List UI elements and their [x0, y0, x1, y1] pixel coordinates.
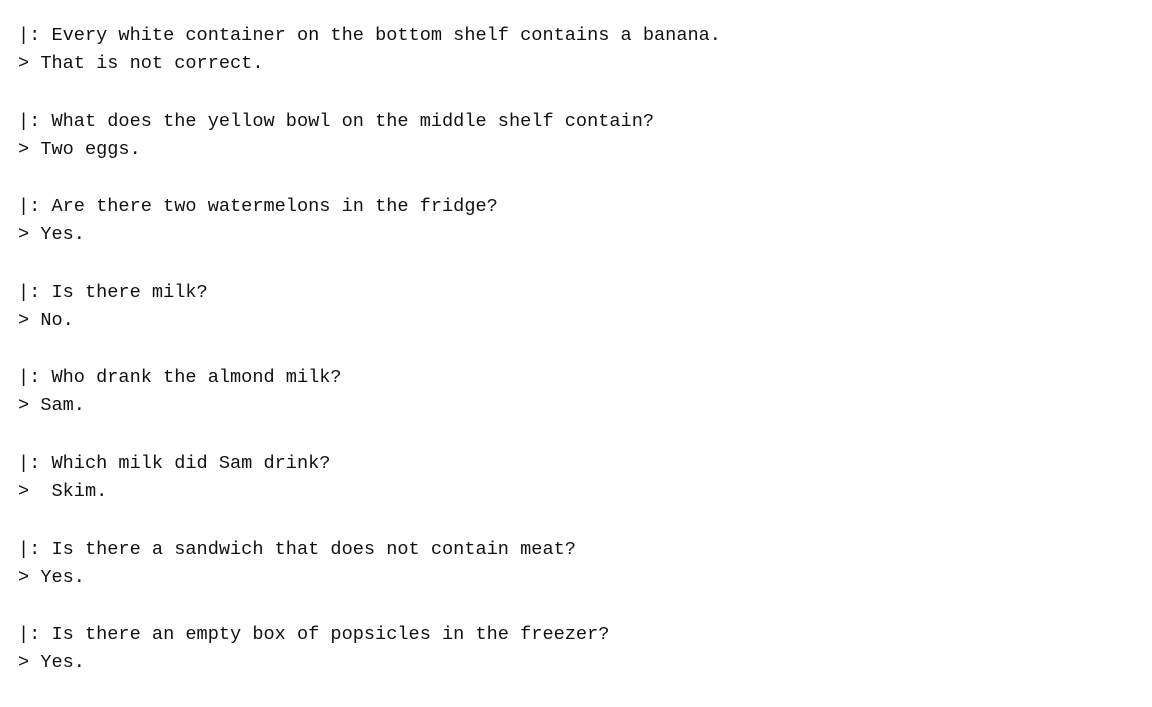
answer-line: > That is not correct. — [18, 50, 721, 78]
answer-line: > Yes. — [18, 564, 721, 592]
dialogue-turn: |: Is there milk? > No. — [18, 279, 721, 365]
question-line: |: Is there an empty box of popsicles in… — [18, 621, 721, 649]
answer-line: > Skim. — [18, 478, 721, 506]
answer-prefix: > — [18, 224, 41, 246]
question-text: Which milk did Sam drink? — [51, 452, 331, 474]
answer-line: > Yes. — [18, 649, 721, 677]
answer-prefix: > — [18, 480, 52, 502]
answer-text: Skim. — [51, 480, 108, 502]
question-prefix: |: — [18, 367, 52, 389]
dialogue-turn: |: Which milk did Sam drink? > Skim. — [18, 450, 721, 536]
dialogue-turn: |: Are there two watermelons in the frid… — [18, 193, 721, 279]
question-prefix: |: — [18, 281, 52, 303]
question-line: |: What does the yellow bowl on the midd… — [18, 108, 721, 136]
answer-text: Sam. — [40, 395, 85, 417]
question-text: Are there two watermelons in the fridge? — [51, 196, 498, 218]
question-line: |: Which milk did Sam drink? — [18, 450, 721, 478]
question-prefix: |: — [18, 25, 52, 46]
answer-prefix: > — [18, 652, 41, 674]
answer-line: > Yes. — [18, 221, 721, 249]
answer-line: > No. — [18, 307, 721, 335]
dialogue-transcript: |: Every white container on the bottom s… — [18, 22, 721, 707]
dialogue-turn: |: Is there a sandwich that does not con… — [18, 536, 721, 622]
answer-line: > Two eggs. — [18, 136, 721, 164]
question-prefix: |: — [18, 624, 52, 646]
dialogue-turn: |: Who drank the almond milk? > Sam. — [18, 364, 721, 450]
dialogue-turn: |: Every white container on the bottom s… — [18, 22, 721, 108]
answer-prefix: > — [18, 395, 41, 417]
dialogue-turn: |: What does the yellow bowl on the midd… — [18, 108, 721, 194]
question-prefix: |: — [18, 110, 52, 132]
answer-prefix: > — [18, 138, 41, 160]
question-line: |: Is there a sandwich that does not con… — [18, 536, 721, 564]
answer-text: Two eggs. — [40, 138, 141, 160]
question-text: Is there a sandwich that does not contai… — [51, 538, 576, 560]
question-text: What does the yellow bowl on the middle … — [51, 110, 655, 132]
question-text: Is there an empty box of popsicles in th… — [51, 624, 610, 646]
answer-prefix: > — [18, 309, 41, 331]
question-prefix: |: — [18, 196, 52, 218]
question-text: Is there milk? — [51, 281, 208, 303]
answer-text: That is not correct. — [40, 53, 264, 74]
question-prefix: |: — [18, 538, 52, 560]
question-text: Who drank the almond milk? — [51, 367, 342, 389]
answer-text: No. — [40, 309, 74, 331]
question-prefix: |: — [18, 452, 52, 474]
answer-text: Yes. — [40, 652, 85, 674]
answer-prefix: > — [18, 566, 41, 588]
question-line: |: Are there two watermelons in the frid… — [18, 193, 721, 221]
question-line: |: Who drank the almond milk? — [18, 364, 721, 392]
question-text: Every white container on the bottom shel… — [51, 25, 721, 46]
answer-text: Yes. — [40, 566, 85, 588]
answer-text: Yes. — [40, 224, 85, 246]
question-line: |: Every white container on the bottom s… — [18, 22, 721, 50]
question-line: |: Is there milk? — [18, 279, 721, 307]
answer-line: > Sam. — [18, 392, 721, 420]
answer-prefix: > — [18, 53, 41, 74]
